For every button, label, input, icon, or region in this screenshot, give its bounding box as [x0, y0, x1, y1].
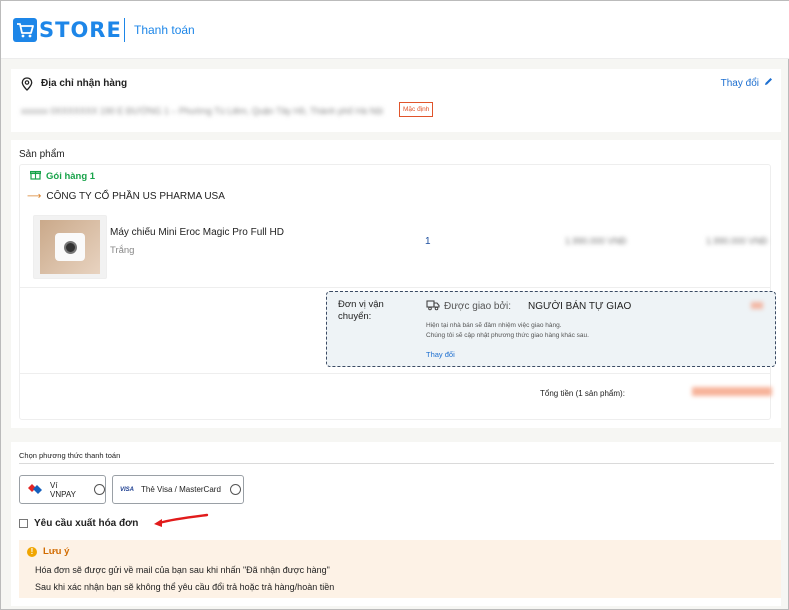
payment-option-vnpay[interactable]: Ví VNPAY: [19, 475, 106, 504]
delivery-truck-icon: [426, 299, 440, 314]
product-image[interactable]: [33, 215, 107, 279]
divider: [19, 463, 774, 464]
product-price: 1.990.000 VNĐ: [565, 236, 627, 246]
product-name[interactable]: Máy chiếu Mini Eroc Magic Pro Full HD: [110, 227, 284, 238]
notice-title-text: Lưu ý: [43, 546, 70, 557]
product-variant: Trắng: [110, 245, 135, 256]
company-text: CÔNG TY CỔ PHẦN US PHARMA USA: [46, 191, 225, 202]
package-label-text: Gói hàng 1: [46, 170, 96, 182]
payment-option-visa[interactable]: VISA Thẻ Visa / MasterCard: [112, 475, 244, 504]
pencil-icon: [764, 77, 773, 89]
cart-icon: [13, 18, 37, 42]
invoice-checkbox[interactable]: [19, 519, 28, 528]
change-address-link[interactable]: Thay đổi: [721, 77, 773, 89]
vnpay-logo-icon: [27, 483, 43, 497]
store-logo[interactable]: STORE: [13, 18, 122, 42]
warning-icon: !: [27, 546, 37, 557]
vnpay-label: Ví VNPAY: [50, 480, 76, 499]
arrow-right-icon: ⟶: [27, 191, 42, 202]
product-line-total: 1.990.000 VNĐ: [706, 236, 768, 246]
visa-label: Thẻ Visa / MasterCard: [141, 485, 221, 494]
invoice-label: Yêu cầu xuất hóa đơn: [34, 518, 139, 529]
products-header: Sản phẩm: [19, 149, 65, 160]
shipping-note-1: Hiện tại nhà bán sẽ đảm nhiệm việc giao …: [426, 322, 562, 329]
payment-title: Chọn phương thức thanh toán: [19, 451, 121, 460]
order-total-value: [692, 387, 772, 396]
projector-lens: [63, 240, 77, 254]
change-shipping-link[interactable]: Thay đổi: [426, 350, 455, 359]
order-total-label: Tổng tiền (1 sản phẩm):: [540, 389, 625, 398]
gift-box-icon: [29, 169, 42, 183]
shipping-fee: [751, 302, 763, 309]
logo-text: STORE: [39, 18, 122, 42]
invoice-request[interactable]: Yêu cầu xuất hóa đơn: [19, 518, 138, 529]
notice-box: ! Lưu ý Hóa đơn sẽ được gửi về mail của …: [19, 540, 781, 598]
vnpay-radio[interactable]: [94, 484, 105, 495]
address-title: Địa chỉ nhận hàng: [41, 78, 128, 89]
products-card: Sản phẩm Gói hàng 1 ⟶ CÔNG TY CỔ PHẦN US…: [11, 140, 781, 428]
header: STORE Thanh toán: [1, 1, 789, 59]
payment-card: Chọn phương thức thanh toán Ví VNPAY VIS…: [11, 442, 781, 606]
notice-line-2: Sau khi xác nhận bạn sẽ không thể yêu cầ…: [35, 582, 335, 592]
shipping-note-2: Chúng tôi sẽ cập nhật phương thức giao h…: [426, 332, 589, 339]
visa-radio[interactable]: [229, 484, 241, 495]
shipped-by-label: Được giao bởi:: [444, 301, 512, 312]
divider: [20, 373, 770, 374]
notice-line-1: Hóa đơn sẽ được gửi về mail của bạn sau …: [35, 565, 330, 575]
notice-title: ! Lưu ý: [27, 546, 69, 557]
seller-name[interactable]: ⟶ CÔNG TY CỔ PHẦN US PHARMA USA: [27, 191, 225, 202]
package-box: Gói hàng 1 ⟶ CÔNG TY CỔ PHẦN US PHARMA U…: [19, 164, 776, 420]
location-pin-icon: [21, 77, 33, 94]
address-line: xxxxxx 0XXXXXXX 190 E ĐƯỜNG 1 – Phường T…: [21, 106, 384, 116]
annotation-arrow-icon: [151, 512, 211, 531]
visa-logo-icon: VISA: [120, 486, 135, 493]
checkout-page: STORE Thanh toán Địa chỉ nhận hàng Thay …: [1, 1, 789, 610]
divider: [20, 287, 770, 288]
package-label: Gói hàng 1: [29, 169, 96, 183]
change-address-label: Thay đổi: [720, 77, 759, 89]
product-photo: [40, 220, 100, 274]
shipping-method-label: Đơn vị vận chuyển:: [338, 299, 384, 322]
page-title: Thanh toán: [134, 23, 195, 37]
projector-illustration: [55, 233, 85, 261]
product-quantity: 1: [425, 236, 431, 247]
shipping-address-card: Địa chỉ nhận hàng Thay đổi xxxxxx 0XXXXX…: [11, 69, 781, 132]
header-separator: [124, 18, 125, 42]
shipper-name: NGƯỜI BÁN TỰ GIAO: [528, 301, 632, 312]
default-badge: Mặc định: [399, 102, 434, 117]
